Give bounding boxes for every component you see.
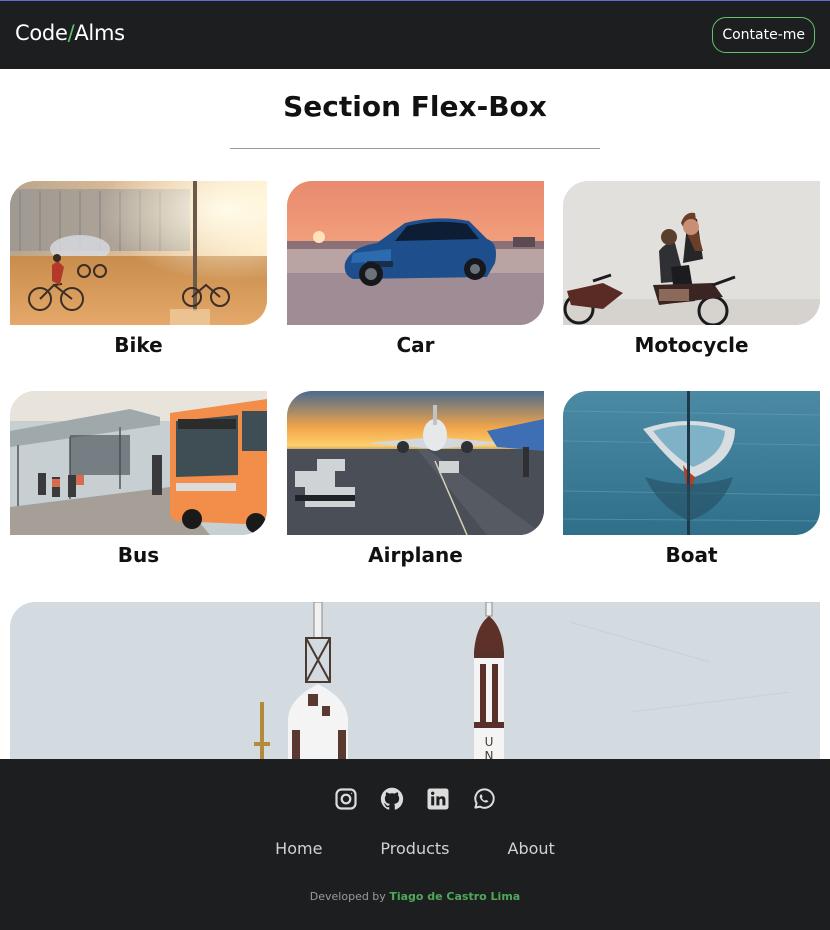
card-label: Motocycle [634,333,749,357]
credits: Developed by Tiago de Castro Lima [0,890,830,903]
logo[interactable]: Code/Alms [15,21,125,45]
footer-nav: Home Products About [0,839,830,858]
credits-author[interactable]: Tiago de Castro Lima [389,890,520,903]
credits-prefix: Developed by [309,890,386,903]
card-label: Airplane [368,543,463,567]
card-boat[interactable]: Boat [563,391,820,567]
card-car[interactable]: Car [287,181,544,357]
card-airplane[interactable]: Airplane [287,391,544,567]
airplane-image[interactable] [287,391,544,535]
rocket-image: U N [10,602,820,762]
contact-button[interactable]: Contate-me [712,17,815,53]
linkedin-icon[interactable] [426,787,450,811]
card-label: Bus [117,543,160,567]
logo-alms: Alms [74,21,125,45]
github-icon[interactable] [380,787,404,811]
footer-link-about[interactable]: About [508,839,555,858]
card-label: Car [396,333,435,357]
social-links [0,787,830,811]
footer-link-products[interactable]: Products [380,839,449,858]
footer: Home Products About Developed by Tiago d… [0,759,830,930]
whatsapp-icon[interactable] [472,787,496,811]
bike-image[interactable] [10,181,267,325]
motocycle-image[interactable] [563,181,820,325]
header: Code/Alms Contate-me [0,1,830,69]
section-title: Section Flex-Box [283,90,547,123]
card-bike[interactable]: Bike [10,181,267,357]
logo-code: Code [15,21,68,45]
card-motocycle[interactable]: Motocycle [563,181,820,357]
title-divider [230,148,600,149]
boat-image[interactable] [563,391,820,535]
car-image[interactable] [287,181,544,325]
card-label: Boat [665,543,718,567]
instagram-icon[interactable] [334,787,358,811]
svg-text:U: U [485,735,494,749]
card-bus[interactable]: Bus [10,391,267,567]
bus-image[interactable] [10,391,267,535]
card-label: Bike [114,333,163,357]
footer-link-home[interactable]: Home [275,839,322,858]
